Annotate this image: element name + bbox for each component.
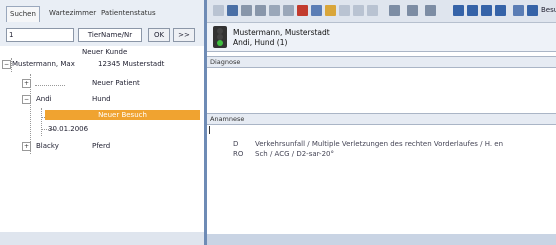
tree-visit-date[interactable]: 30.01.2006 bbox=[0, 123, 204, 135]
tool-icon[interactable] bbox=[241, 5, 252, 16]
tool-icon[interactable] bbox=[255, 5, 266, 16]
tool-icon[interactable] bbox=[311, 5, 322, 16]
visit-date: 30.01.2006 bbox=[48, 125, 89, 133]
tree-new-visit[interactable]: Neuer Besuch bbox=[45, 110, 200, 120]
tool-icon[interactable] bbox=[425, 5, 436, 16]
tab-wartezimmer[interactable]: Wartezimmer bbox=[46, 6, 99, 20]
tool-icon[interactable] bbox=[269, 5, 280, 16]
new-patient-label: Neuer Patient bbox=[92, 79, 140, 87]
next-record-icon[interactable] bbox=[481, 5, 492, 16]
tool-icon[interactable] bbox=[367, 5, 378, 16]
first-record-icon[interactable] bbox=[453, 5, 464, 16]
tab-patientenstatus[interactable]: Patientenstatus bbox=[98, 6, 159, 20]
dropdown-icon[interactable] bbox=[407, 5, 418, 16]
tool-icon[interactable] bbox=[339, 5, 350, 16]
help-label: Besuch bbox=[541, 6, 556, 14]
search-filter-select[interactable]: TierName/Nr bbox=[78, 28, 142, 42]
visit-pane: Besuch Mustermann, Musterstadt Andi, Hun… bbox=[207, 0, 556, 245]
ok-button[interactable]: OK bbox=[148, 28, 170, 42]
pet-name: Andi bbox=[36, 95, 52, 103]
search-input[interactable]: 1 bbox=[6, 28, 74, 42]
anamnese-field[interactable]: D Verkehrsunfall / Multiple Verletzungen… bbox=[207, 126, 556, 241]
anamnese-header: Anamnese bbox=[207, 113, 556, 125]
save-icon[interactable] bbox=[227, 5, 238, 16]
last-record-icon[interactable] bbox=[495, 5, 506, 16]
help-icon[interactable] bbox=[527, 5, 538, 16]
folder-icon[interactable] bbox=[325, 5, 336, 16]
search-tabs: Suchen Wartezimmer Patientenstatus bbox=[0, 6, 204, 22]
lab-icon[interactable] bbox=[297, 5, 308, 16]
previous-record-icon[interactable] bbox=[467, 5, 478, 16]
next-button[interactable]: >> bbox=[173, 28, 195, 42]
owner-address: 12345 Musterstadt bbox=[98, 60, 165, 68]
tree-new-customer[interactable]: Neuer Kunde bbox=[0, 46, 204, 58]
tab-suchen[interactable]: Suchen bbox=[6, 6, 40, 22]
traffic-light-icon bbox=[213, 26, 227, 48]
tree-new-patient[interactable]: + Neuer Patient bbox=[0, 77, 204, 89]
expand-icon[interactable]: + bbox=[22, 79, 31, 88]
tree-pet-row[interactable]: − Andi Hund bbox=[0, 93, 204, 105]
tab-suchen-label: Suchen bbox=[10, 10, 36, 18]
patient-owner: Mustermann, Musterstadt bbox=[233, 28, 330, 37]
green-light bbox=[217, 40, 223, 46]
tool-icon[interactable] bbox=[513, 5, 524, 16]
dropdown-icon[interactable] bbox=[389, 5, 400, 16]
owner-name: Mustermann, Max bbox=[12, 60, 75, 68]
toolbar: Besuch bbox=[207, 0, 556, 23]
search-row: 1 TierName/Nr OK >> bbox=[6, 28, 200, 42]
patient-search-pane: Suchen Wartezimmer Patientenstatus 1 Tie… bbox=[0, 0, 207, 245]
tree-owner-row[interactable]: − Mustermann, Max 12345 Musterstadt bbox=[0, 58, 204, 70]
tool-icon[interactable] bbox=[353, 5, 364, 16]
collapse-icon[interactable]: − bbox=[22, 95, 31, 104]
anamnese-text: Sch / ACG / D2-sar-20° bbox=[255, 150, 334, 158]
tool-icon[interactable] bbox=[283, 5, 294, 16]
patient-header: Mustermann, Musterstadt Andi, Hund (1) bbox=[207, 23, 556, 52]
tab-wartezimmer-label: Wartezimmer bbox=[49, 9, 97, 17]
left-status-area bbox=[0, 232, 204, 245]
expand-icon[interactable]: + bbox=[22, 142, 31, 151]
pet-name: Blacky bbox=[36, 142, 59, 150]
collapse-icon[interactable]: − bbox=[2, 60, 11, 69]
tab-patientenstatus-label: Patientenstatus bbox=[101, 9, 156, 17]
app-window: Suchen Wartezimmer Patientenstatus 1 Tie… bbox=[0, 0, 556, 245]
anamnese-code: RO bbox=[233, 150, 244, 158]
new-customer-label: Neuer Kunde bbox=[82, 48, 128, 56]
diagnose-field[interactable] bbox=[207, 68, 556, 112]
patient-pet: Andi, Hund (1) bbox=[233, 38, 288, 47]
tree-pet-row[interactable]: + Blacky Pferd bbox=[0, 140, 204, 152]
diagnose-header: Diagnose bbox=[207, 56, 556, 68]
back-icon[interactable] bbox=[213, 5, 224, 16]
patient-tree: Neuer Kunde − Mustermann, Max 12345 Must… bbox=[0, 46, 204, 245]
bottom-bar bbox=[207, 234, 556, 245]
anamnese-code: D bbox=[233, 140, 239, 148]
pet-species: Pferd bbox=[92, 142, 111, 150]
text-cursor bbox=[209, 126, 210, 134]
pet-species: Hund bbox=[92, 95, 111, 103]
anamnese-text: Verkehrsunfall / Multiple Verletzungen d… bbox=[255, 140, 504, 148]
